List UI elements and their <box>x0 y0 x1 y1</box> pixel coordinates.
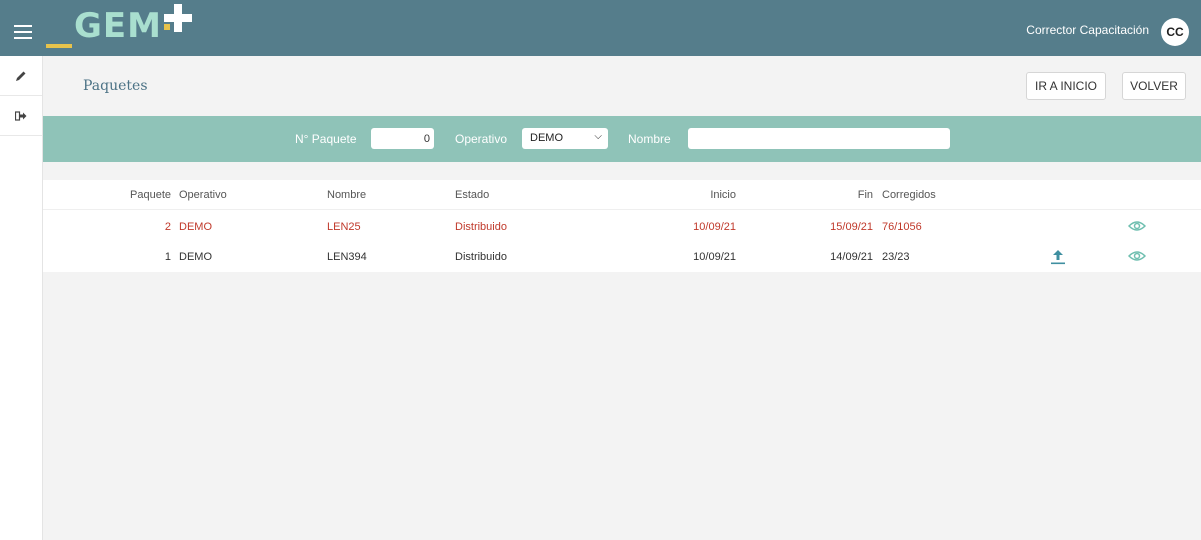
cell-nombre: LEN25 <box>327 221 361 233</box>
hamburger-icon[interactable] <box>14 25 32 39</box>
logo-text: GEM <box>74 6 162 46</box>
paquete-filter-label: N° Paquete <box>295 132 357 146</box>
operativo-filter-label: Operativo <box>455 132 508 146</box>
cell-corregidos: 23/23 <box>882 251 910 263</box>
table-row[interactable]: 1 DEMO LEN394 Distribuido 10/09/21 14/09… <box>43 242 1201 272</box>
column-header-nombre[interactable]: Nombre <box>327 189 366 201</box>
cell-operativo: DEMO <box>179 251 212 263</box>
paquete-filter-input[interactable] <box>371 128 434 149</box>
sign-out-icon <box>15 110 27 121</box>
column-header-fin[interactable]: Fin <box>858 189 873 201</box>
eye-icon[interactable] <box>1128 219 1146 233</box>
column-header-inicio[interactable]: Inicio <box>710 189 736 201</box>
cell-fin: 14/09/21 <box>830 251 873 263</box>
nombre-filter-label: Nombre <box>628 132 671 146</box>
filter-bar: N° Paquete Operativo DEMO ⌵ Nombre <box>43 116 1201 162</box>
column-header-corregidos[interactable]: Corregidos <box>882 189 936 201</box>
column-header-estado[interactable]: Estado <box>455 189 489 201</box>
cell-paquete: 2 <box>164 221 171 233</box>
cell-operativo: DEMO <box>179 221 212 233</box>
cell-corregidos: 76/1056 <box>882 221 922 233</box>
column-header-operativo[interactable]: Operativo <box>179 189 227 201</box>
cell-inicio: 10/09/21 <box>693 221 736 233</box>
operativo-select[interactable]: DEMO ⌵ <box>522 128 608 149</box>
cell-nombre: LEN394 <box>327 251 367 263</box>
logo-plus-icon <box>164 4 192 32</box>
pencil-icon <box>16 71 26 81</box>
nombre-filter-input[interactable] <box>688 128 950 149</box>
chevron-down-icon: ⌵ <box>594 131 602 142</box>
page-title: Paquetes <box>83 78 148 94</box>
upload-icon[interactable] <box>1049 248 1067 266</box>
cell-estado: Distribuido <box>455 221 507 233</box>
cell-fin: 15/09/21 <box>830 221 873 233</box>
user-avatar[interactable]: CC <box>1161 18 1189 46</box>
column-header-paquete[interactable]: Paquete <box>130 189 171 201</box>
logo-underline <box>46 44 72 48</box>
top-bar: GEM Corrector Capacitación CC <box>0 0 1201 56</box>
logout-nav-button[interactable] <box>0 96 42 136</box>
table-row[interactable]: 2 DEMO LEN25 Distribuido 10/09/21 15/09/… <box>43 212 1201 242</box>
go-home-button[interactable]: IR A INICIO <box>1026 72 1106 100</box>
eye-icon[interactable] <box>1128 249 1146 263</box>
cell-paquete: 1 <box>164 251 171 263</box>
user-name[interactable]: Corrector Capacitación <box>1026 23 1149 37</box>
table-header-row: Paquete Operativo Nombre Estado Inicio F… <box>43 180 1201 210</box>
side-rail <box>0 56 43 540</box>
edit-nav-button[interactable] <box>0 56 42 96</box>
app-logo[interactable]: GEM <box>46 2 196 52</box>
operativo-select-value: DEMO <box>530 132 563 144</box>
back-button[interactable]: VOLVER <box>1122 72 1186 100</box>
cell-estado: Distribuido <box>455 251 507 263</box>
paquetes-table: Paquete Operativo Nombre Estado Inicio F… <box>43 180 1201 272</box>
cell-inicio: 10/09/21 <box>693 251 736 263</box>
